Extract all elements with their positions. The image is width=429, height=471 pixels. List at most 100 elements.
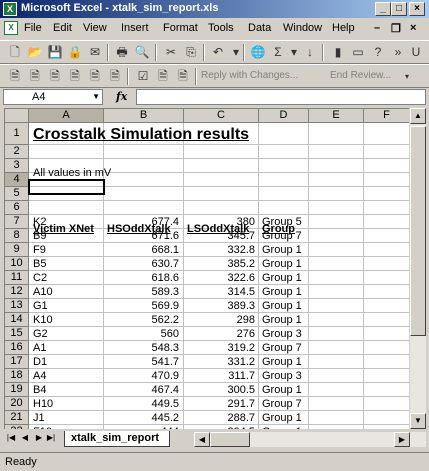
cell-victim-xnet[interactable]: A10 (31, 285, 103, 299)
doc-close-button[interactable]: × (410, 22, 416, 34)
cell-victim-xnet[interactable]: H10 (31, 397, 103, 411)
cell-hs-odd-xtalk[interactable]: 548.3 (105, 341, 181, 355)
cell-victim-xnet[interactable]: B9 (31, 229, 103, 243)
cell-group[interactable]: Group 1 (260, 299, 308, 313)
cell-hs-odd-xtalk[interactable]: 677.4 (105, 215, 181, 229)
cell-ls-odd-xtalk[interactable]: 314.5 (185, 285, 257, 299)
toolbar-options-icon[interactable]: » (389, 44, 407, 61)
review-icon-4[interactable]: 🗎 (66, 68, 84, 85)
cell-group[interactable]: Group 3 (260, 327, 308, 341)
new-icon[interactable]: 🗋 (6, 44, 24, 61)
cell-group[interactable]: Group 1 (260, 383, 308, 397)
cell-hs-odd-xtalk[interactable]: 618.6 (105, 271, 181, 285)
cell-victim-xnet[interactable]: G2 (31, 327, 103, 341)
cell-group[interactable]: Group 1 (260, 411, 308, 425)
column-header-c[interactable]: C (184, 109, 259, 123)
sheet-tab-xtalk-sim-report[interactable]: xtalk_sim_report (64, 431, 171, 447)
menu-tools[interactable]: Tools (208, 22, 234, 34)
print-icon[interactable]: 🖶 (113, 44, 131, 61)
row-header-22[interactable]: 22 (5, 425, 29, 429)
menu-window[interactable]: Window (283, 22, 322, 34)
row-header-6[interactable]: 6 (5, 201, 29, 215)
cell-ls-odd-xtalk[interactable]: 319.2 (185, 341, 257, 355)
copy-icon[interactable]: ⎘ (182, 44, 200, 61)
cell-group[interactable]: Group 5 (260, 215, 308, 229)
row-header-11[interactable]: 11 (5, 271, 29, 285)
cell-victim-xnet[interactable]: J1 (31, 411, 103, 425)
column-header-b[interactable]: B (104, 109, 184, 123)
cell-group[interactable]: Group 1 (260, 271, 308, 285)
row-header-20[interactable]: 20 (5, 397, 29, 411)
cell-group[interactable]: Group 3 (260, 369, 308, 383)
review-icon-7[interactable]: 🗎 (154, 68, 172, 85)
last-sheet-icon[interactable]: ▶| (46, 433, 56, 442)
cell-victim-xnet[interactable]: B5 (31, 257, 103, 271)
column-header-a[interactable]: A (29, 109, 104, 123)
hyperlink-icon[interactable]: 🌐 (249, 44, 267, 61)
help-icon[interactable]: ? (369, 44, 387, 61)
row-header-21[interactable]: 21 (5, 411, 29, 425)
cell-ls-odd-xtalk[interactable]: 332.8 (185, 243, 257, 257)
column-header-d[interactable]: D (259, 109, 309, 123)
name-box[interactable]: A4 ▼ (3, 89, 103, 105)
cell-ls-odd-xtalk[interactable]: 331.2 (185, 355, 257, 369)
cell-group[interactable]: Group 7 (260, 341, 308, 355)
review-icon-2[interactable]: 🗎 (26, 68, 44, 85)
cell-hs-odd-xtalk[interactable]: 569.9 (105, 299, 181, 313)
cell-victim-xnet[interactable]: K10 (31, 313, 103, 327)
menu-file[interactable]: File (24, 22, 42, 34)
row-header-18[interactable]: 18 (5, 369, 29, 383)
cell-group[interactable]: Group 1 (260, 425, 308, 429)
review-icon-5[interactable]: 🗎 (86, 68, 104, 85)
chart-wizard-icon[interactable]: ▮ (329, 44, 347, 61)
cell-victim-xnet[interactable]: B4 (31, 383, 103, 397)
sort-ascending-icon[interactable]: ↓ (301, 44, 319, 61)
cell-hs-odd-xtalk[interactable]: 467.4 (105, 383, 181, 397)
cell-victim-xnet[interactable]: C2 (31, 271, 103, 285)
row-header-16[interactable]: 16 (5, 341, 29, 355)
review-icon-8[interactable]: 🗎 (174, 68, 192, 85)
cell-hs-odd-xtalk[interactable]: 562.2 (105, 313, 181, 327)
cell-ls-odd-xtalk[interactable]: 311.7 (185, 369, 257, 383)
cell-hs-odd-xtalk[interactable]: 470.9 (105, 369, 181, 383)
cell-ls-odd-xtalk[interactable]: 291.7 (185, 397, 257, 411)
print-preview-icon[interactable]: 🔍 (133, 44, 151, 61)
underline-icon[interactable]: U (407, 44, 425, 61)
minimize-button[interactable]: _ (375, 2, 391, 16)
workbook-icon[interactable]: X (4, 21, 18, 35)
row-header-7[interactable]: 7 (5, 215, 29, 229)
menu-view[interactable]: View (83, 22, 107, 34)
cell-hs-odd-xtalk[interactable]: 541.7 (105, 355, 181, 369)
cell-group[interactable]: Group 1 (260, 355, 308, 369)
cell-victim-xnet[interactable]: A4 (31, 369, 103, 383)
open-icon[interactable]: 📂 (26, 44, 44, 61)
reply-with-changes-button[interactable]: Reply with Changes... (201, 70, 298, 81)
row-header-8[interactable]: 8 (5, 229, 29, 243)
vertical-scroll-thumb[interactable] (410, 126, 426, 336)
cut-icon[interactable]: ✂ (162, 44, 180, 61)
cell-group[interactable]: Group 1 (260, 243, 308, 257)
cell-group[interactable]: Group 1 (260, 257, 308, 271)
scroll-right-icon[interactable]: ▶ (394, 432, 410, 447)
select-all-corner[interactable] (5, 109, 29, 123)
review-icon-6[interactable]: 🗎 (106, 68, 124, 85)
doc-minimize-button[interactable]: – (374, 22, 380, 34)
cell-ls-odd-xtalk[interactable]: 322.6 (185, 271, 257, 285)
scroll-up-icon[interactable]: ▲ (410, 108, 426, 124)
cell-victim-xnet[interactable]: G1 (31, 299, 103, 313)
column-header-e[interactable]: E (309, 109, 364, 123)
cell-ls-odd-xtalk[interactable]: 300.5 (185, 383, 257, 397)
cell-group[interactable]: Group 1 (260, 313, 308, 327)
cell-hs-odd-xtalk[interactable]: 671.6 (105, 229, 181, 243)
cell-ls-odd-xtalk[interactable]: 380 (185, 215, 257, 229)
close-button[interactable]: × (409, 2, 425, 16)
permission-icon[interactable]: 🔒 (66, 44, 84, 61)
cell-victim-xnet[interactable]: F9 (31, 243, 103, 257)
report-title[interactable]: Crosstalk Simulation results (31, 125, 251, 147)
row-header-2[interactable]: 2 (5, 145, 29, 159)
scroll-down-icon[interactable]: ▼ (410, 413, 426, 429)
review-icon-3[interactable]: 🗎 (46, 68, 64, 85)
cell-hs-odd-xtalk[interactable]: 630.7 (105, 257, 181, 271)
maximize-button[interactable]: □ (391, 2, 407, 16)
cell-hs-odd-xtalk[interactable]: 668.1 (105, 243, 181, 257)
